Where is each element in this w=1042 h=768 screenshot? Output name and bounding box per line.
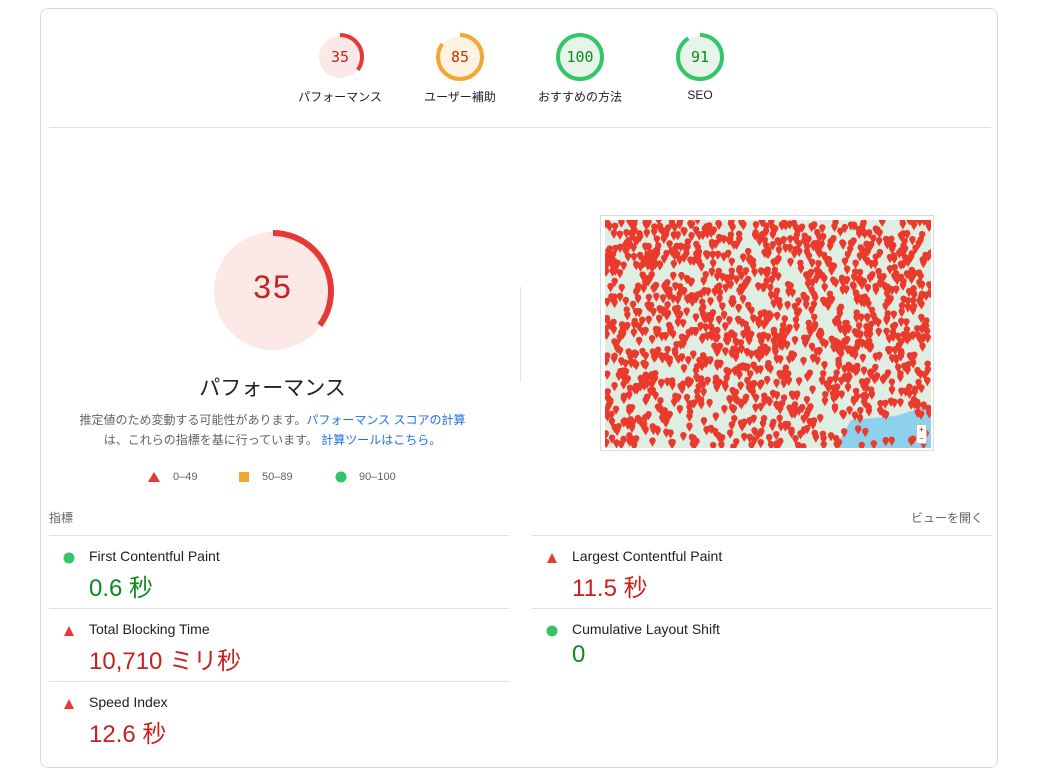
gauge-score: 91 [691,48,709,66]
performance-score: 35 [253,269,293,305]
gauge-label: ユーザー補助 [424,90,496,104]
metric-fcp: First Contentful Paint 0.6 秒 [49,535,509,608]
gauge-label: SEO [687,88,713,102]
gauge-score: 100 [566,48,593,66]
zoom-out-button[interactable]: − [917,434,926,443]
score-calc-link[interactable]: パフォーマンス スコアの計算 [306,413,465,427]
green-circle-icon [63,552,75,564]
expand-view-toggle[interactable]: ビューを開く [911,509,983,526]
calculator-link[interactable]: 計算ツールはこちら。 [321,433,441,447]
category-gauges: 35 パフォーマンス 85 ユーザー補助 100 おすすめの方法 91 SEO [255,32,735,112]
metric-cls: Cumulative Layout Shift 0 [532,608,992,681]
metric-value: 0 [572,641,586,668]
metric-value: 0.6 秒 [89,575,154,602]
red-triangle-icon [148,472,160,482]
gauge-score: 85 [451,48,469,66]
gauge-performance[interactable]: 35 パフォーマンス [280,32,400,105]
performance-gauge-ring: 35 [212,230,334,352]
gauge-ring: 91 [676,33,724,81]
gauge-ring: 35 [316,33,364,81]
red-triangle-icon [64,699,74,709]
performance-gauge: 35 [210,228,336,359]
map-zoom-control[interactable]: + − [916,424,927,444]
orange-square-icon [239,472,249,482]
gauge-score: 35 [331,48,349,66]
metric-speed-index: Speed Index 12.6 秒 [49,681,509,754]
gauge-label: おすすめの方法 [537,90,622,104]
performance-description: 推定値のため変動する可能性があります。パフォーマンス スコアの計算 は、これらの… [79,413,466,447]
red-triangle-icon [64,626,74,636]
metrics-header: 指標 ビューを開く [49,509,991,526]
performance-title: パフォーマンス [199,377,346,400]
zoom-in-button[interactable]: + [917,425,926,434]
metric-value: 12.6 秒 [89,721,167,748]
metric-tbt: Total Blocking Time 10,710 ミリ秒 [49,608,509,681]
legend-average: 50–89 [238,471,293,483]
green-circle-icon [546,625,558,637]
gauge-best-practices[interactable]: 100 おすすめの方法 [520,32,640,105]
vertical-divider [520,287,521,382]
map-image: + − [605,220,931,448]
section-divider [49,127,991,128]
map-markers-image [605,220,931,448]
gauge-ring: 100 [556,33,604,81]
page-screenshot-thumbnail[interactable]: + − [600,215,934,451]
metric-value: 11.5 秒 [572,575,648,602]
legend-pass: 90–100 [335,471,396,483]
gauge-accessibility[interactable]: 85 ユーザー補助 [400,32,520,105]
gauge-seo[interactable]: 91 SEO [640,32,760,102]
metrics-title: 指標 [49,511,74,525]
red-triangle-icon [547,553,557,563]
gauge-label: パフォーマンス [298,90,382,104]
metric-lcp: Largest Contentful Paint 11.5 秒 [532,535,992,608]
score-legend: 0–49 50–89 90–100 [145,471,445,487]
green-circle-icon [335,471,347,483]
gauge-ring: 85 [436,33,484,81]
metric-value: 10,710 ミリ秒 [89,648,242,675]
legend-fail: 0–49 [147,471,197,483]
